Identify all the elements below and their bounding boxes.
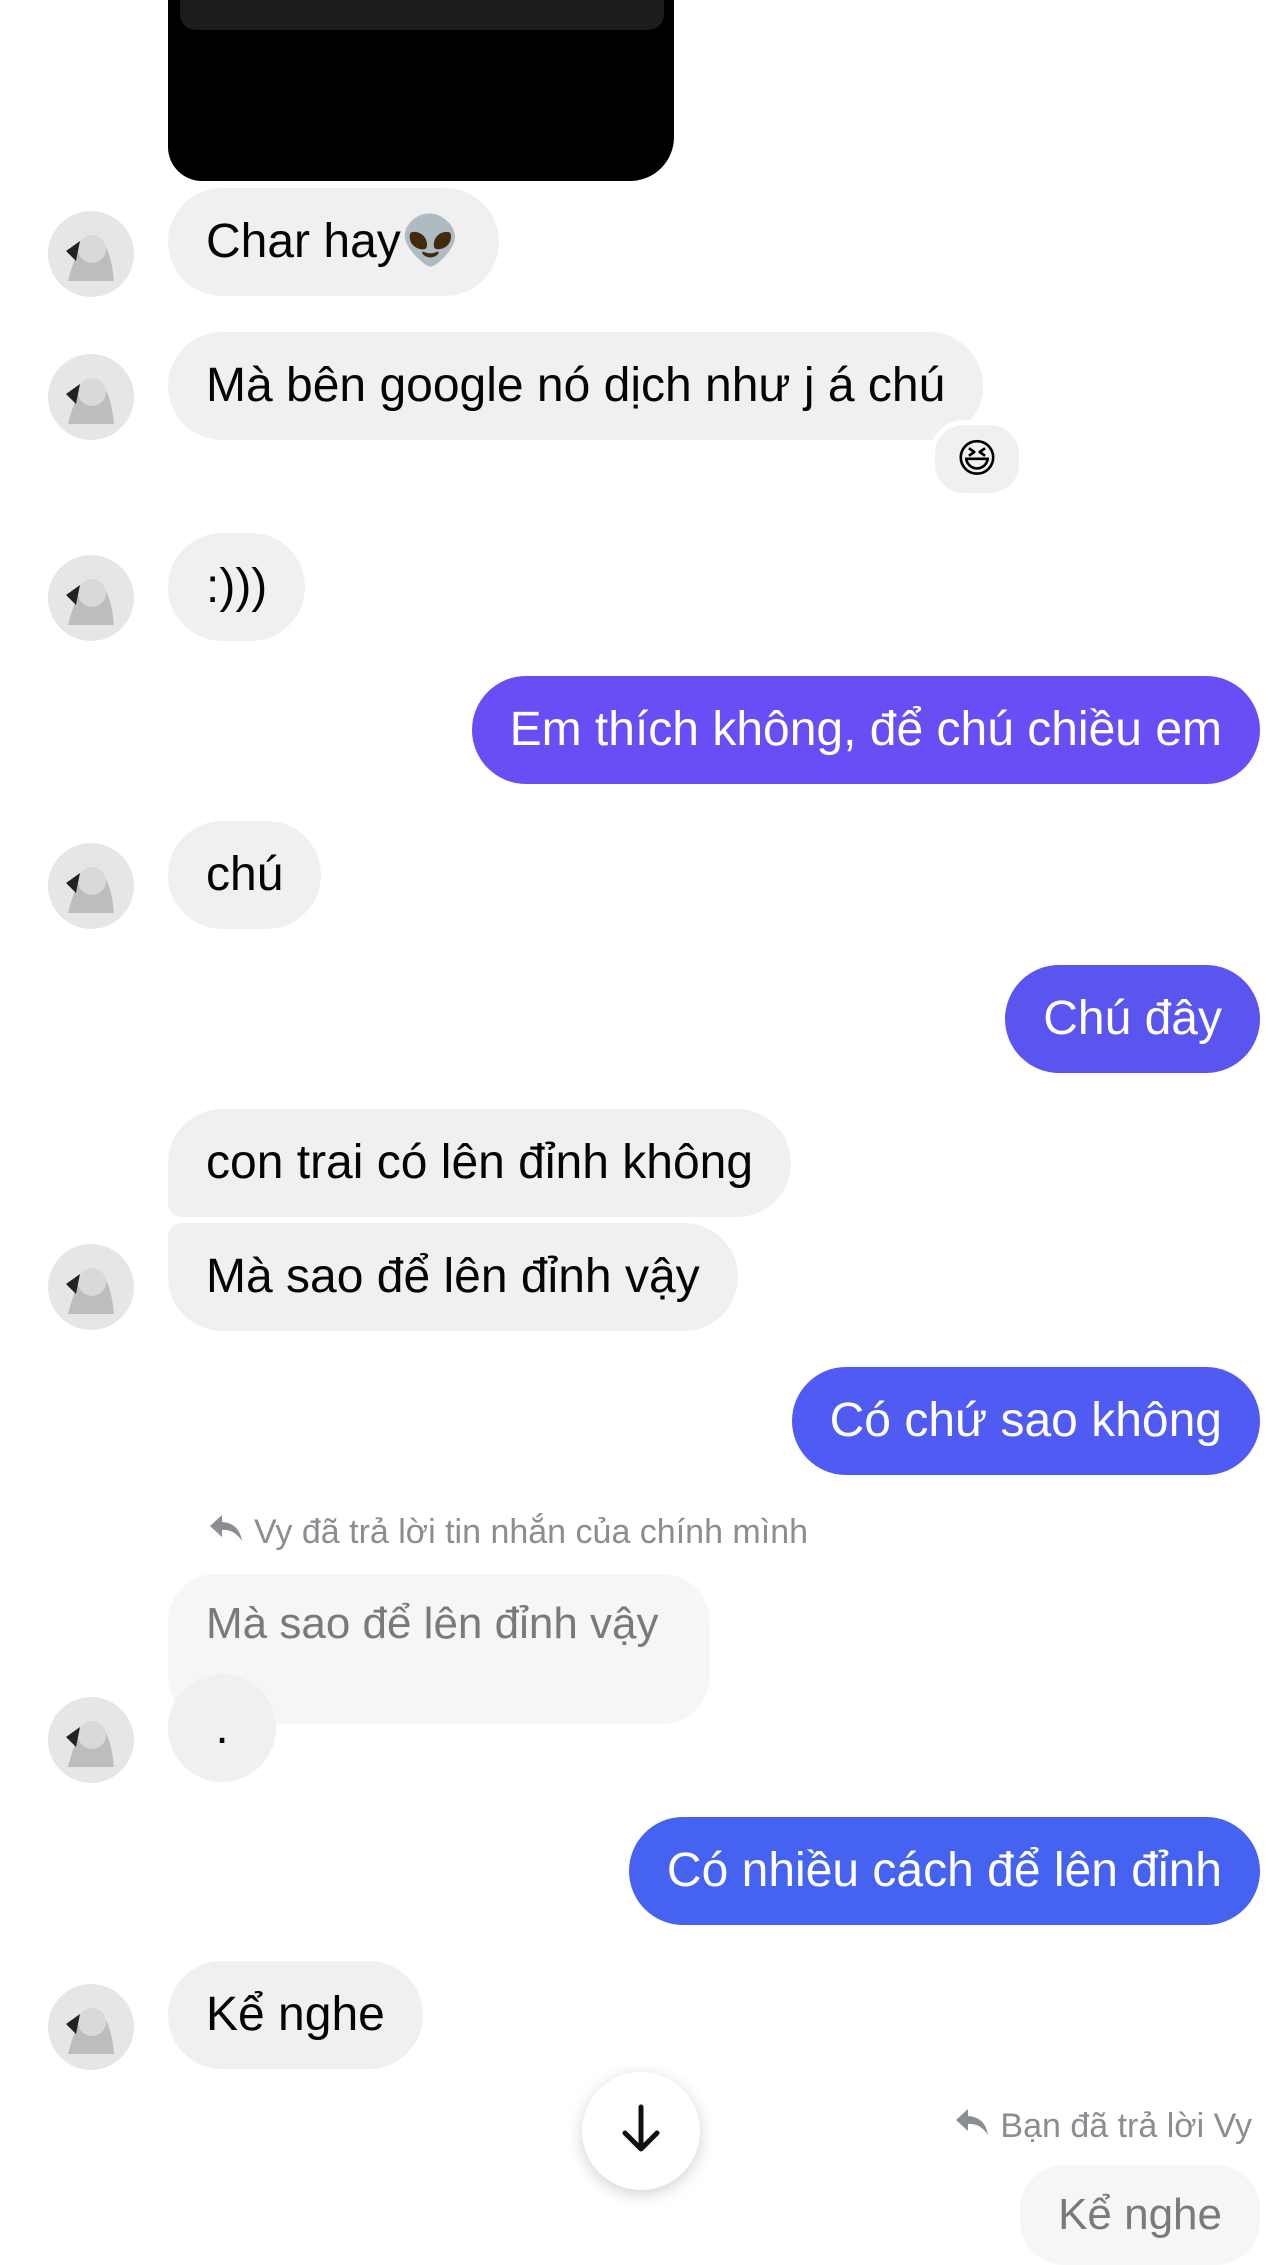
arrow-down-icon [617,2103,665,2160]
reply-indicator: Vy đã trả lời tin nhắn của chính mình [208,1513,808,1552]
avatar[interactable] [48,843,134,929]
message-bubble[interactable]: Mà sao để lên đỉnh vậy [168,1223,738,1331]
message-bubble-outgoing[interactable]: Em thích không, để chú chiều em [471,676,1260,784]
reply-arrow-icon [208,1513,244,1552]
message-bubble[interactable]: . [168,1674,276,1782]
shared-media-preview[interactable] [168,0,674,181]
quoted-message[interactable]: Kể nghe [1020,2165,1260,2265]
message-bubble[interactable]: Kể nghe [168,1961,423,2069]
message-bubble[interactable]: con trai có lên đỉnh không [168,1109,792,1217]
message-bubble[interactable]: Char hay👽 [168,188,499,296]
message-bubble[interactable]: Mà bên google nó dịch như j á chú [168,332,984,440]
reply-indicator-text: Vy đã trả lời tin nhắn của chính mình [254,1513,809,1551]
avatar[interactable] [48,555,134,641]
message-bubble-outgoing[interactable]: Có nhiều cách để lên đỉnh [628,1817,1260,1925]
avatar[interactable] [48,1697,134,1783]
message-bubble[interactable]: chú [168,821,322,929]
message-bubble-outgoing[interactable]: Chú đây [1005,965,1260,1073]
message-bubble-outgoing[interactable]: Có chứ sao không [791,1367,1260,1475]
media-caption-bar [180,0,664,30]
reply-arrow-icon [954,2107,990,2146]
avatar[interactable] [48,1984,134,2070]
message-bubble[interactable]: :))) [168,533,306,641]
reply-indicator-text: Bạn đã trả lời Vy [1000,2107,1252,2145]
reply-indicator: Bạn đã trả lời Vy [954,2107,1252,2146]
reaction-badge[interactable]: 😆 [930,420,1024,498]
avatar[interactable] [48,211,134,297]
avatar[interactable] [48,1244,134,1330]
avatar[interactable] [48,354,134,440]
scroll-to-bottom-button[interactable] [582,2072,700,2190]
